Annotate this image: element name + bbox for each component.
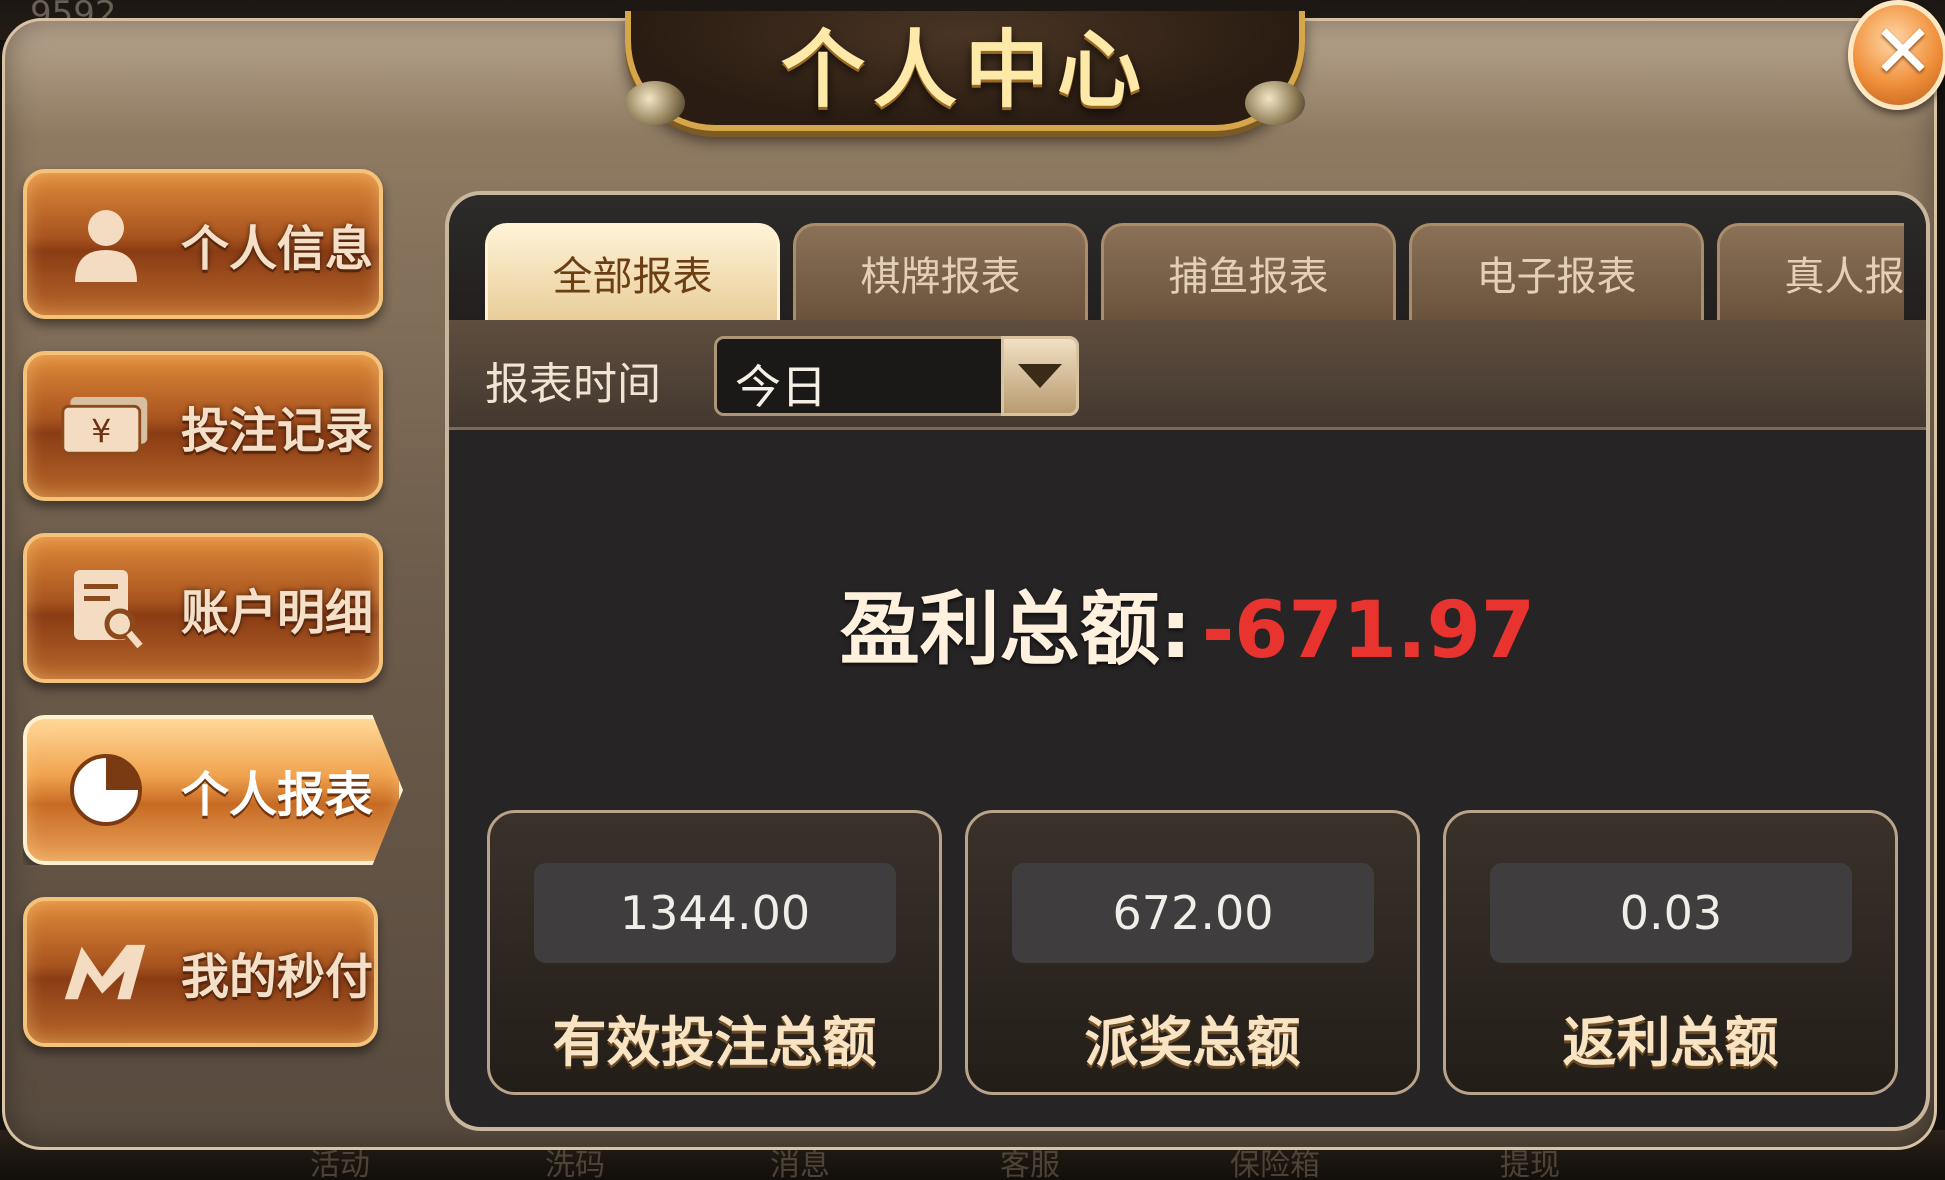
title-plaque: 个人中心 <box>625 11 1305 131</box>
stat-card-rebates: 0.03 返利总额 <box>1443 810 1898 1095</box>
sidebar-item-label: 投注记录 <box>181 403 374 459</box>
tab-live-reports[interactable]: 真人报表 <box>1717 223 1904 320</box>
svg-text:¥: ¥ <box>91 412 111 450</box>
sidebar-item-label: 个人信息 <box>181 221 374 277</box>
banknote-icon: ¥ <box>61 381 151 471</box>
stat-value: 672.00 <box>1012 863 1374 963</box>
profit-summary: 盈利总额: -671.97 <box>449 565 1926 681</box>
sidebar-item-account-details[interactable]: 账户明细 <box>23 533 383 683</box>
plaque-knob-left-icon <box>625 81 685 125</box>
tab-electronic-reports[interactable]: 电子报表 <box>1409 223 1704 320</box>
personal-center-dialog: 个人中心 个人信息 ¥ 投注记录 账户明细 个人报表 我的秒付 全部报表 棋牌报… <box>2 11 1937 1150</box>
dropdown-arrow-icon[interactable] <box>1001 336 1079 416</box>
stat-value: 0.03 <box>1490 863 1852 963</box>
document-search-icon <box>61 563 151 653</box>
report-time-label: 报表时间 <box>485 359 661 410</box>
report-time-select[interactable]: 今日 <box>714 336 1079 416</box>
tab-all-reports[interactable]: 全部报表 <box>485 223 780 320</box>
sidebar-item-personal-info[interactable]: 个人信息 <box>23 169 383 319</box>
tab-bar: 全部报表 棋牌报表 捕鱼报表 电子报表 真人报表 <box>449 195 1926 320</box>
profit-total-label: 盈利总额: <box>839 583 1192 676</box>
stat-label: 派奖总额 <box>1084 1011 1301 1074</box>
m-logo-icon <box>61 927 151 1017</box>
sidebar-item-label: 我的秒付 <box>181 949 374 1005</box>
stat-card-payouts: 672.00 派奖总额 <box>965 810 1420 1095</box>
report-time-value: 今日 <box>735 360 827 414</box>
close-button[interactable]: ✕ <box>1848 0 1945 110</box>
pie-chart-icon <box>61 745 151 835</box>
sidebar-item-my-instant-pay[interactable]: 我的秒付 <box>23 897 378 1047</box>
dialog-title: 个人中心 <box>780 21 1149 119</box>
tab-chess-reports[interactable]: 棋牌报表 <box>793 223 1088 320</box>
stat-card-valid-bets: 1344.00 有效投注总额 <box>487 810 942 1095</box>
filter-row: 报表时间 今日 <box>449 320 1926 430</box>
sidebar-item-label: 个人报表 <box>181 767 374 823</box>
report-content: 全部报表 棋牌报表 捕鱼报表 电子报表 真人报表 报表时间 今日 盈利总额:-6… <box>445 191 1930 1131</box>
stat-label: 返利总额 <box>1562 1011 1779 1074</box>
plaque-knob-right-icon <box>1245 81 1305 125</box>
tab-fishing-reports[interactable]: 捕鱼报表 <box>1101 223 1396 320</box>
sidebar-item-label: 账户明细 <box>181 585 374 641</box>
stat-value: 1344.00 <box>534 863 896 963</box>
sidebar-item-bet-records[interactable]: ¥ 投注记录 <box>23 351 383 501</box>
sidebar-item-personal-report[interactable]: 个人报表 <box>23 715 403 865</box>
close-icon: ✕ <box>1871 9 1934 95</box>
stat-label: 有效投注总额 <box>552 1011 877 1074</box>
user-icon <box>61 199 151 289</box>
tab-scroll-area: 全部报表 棋牌报表 捕鱼报表 电子报表 真人报表 <box>449 195 1904 320</box>
profit-total-value: -671.97 <box>1201 586 1536 676</box>
